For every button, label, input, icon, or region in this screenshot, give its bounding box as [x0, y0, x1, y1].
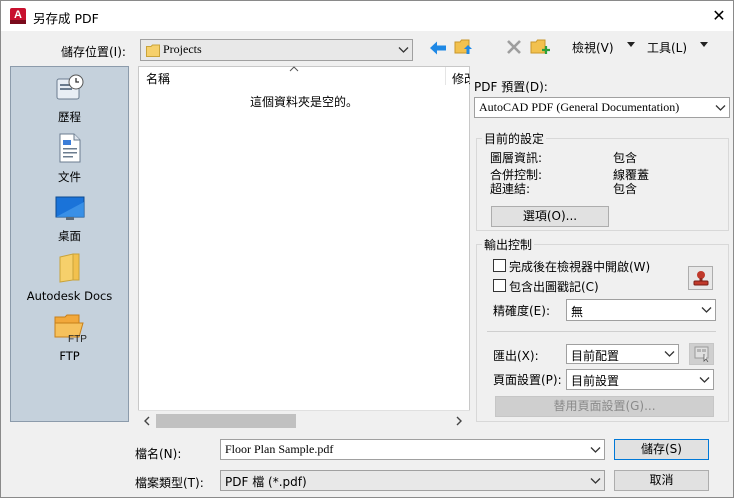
- save-in-label: 儲存位置(I):: [61, 45, 126, 59]
- place-ftp[interactable]: FTP FTP: [11, 313, 128, 363]
- pdf-preset-label: PDF 預置(D):: [474, 80, 548, 94]
- chevron-down-icon: [715, 104, 726, 111]
- page-setup-label: 頁面設置(P):: [493, 373, 562, 387]
- setting-name: 圖層資訊:: [490, 151, 543, 165]
- open-in-viewer-checkbox[interactable]: [493, 259, 506, 272]
- place-label: 文件: [58, 170, 81, 184]
- column-header-name[interactable]: 名稱: [146, 70, 170, 87]
- chevron-down-icon: [664, 351, 675, 357]
- place-label: FTP: [59, 349, 80, 363]
- save-in-dropdown[interactable]: Projects: [140, 39, 413, 61]
- page-setup-value: 目前設置: [571, 374, 620, 388]
- place-history[interactable]: 歷程: [11, 73, 128, 125]
- autocad-logo-icon: A: [10, 8, 26, 24]
- place-autodesk-docs[interactable]: Autodesk Docs: [11, 253, 128, 303]
- setting-value: 包含: [613, 151, 638, 165]
- pdf-preset-dropdown[interactable]: AutoCAD PDF (General Documentation): [474, 97, 730, 118]
- title-bar: A 另存成 PDF ✕: [1, 1, 733, 31]
- place-label: Autodesk Docs: [26, 289, 113, 303]
- document-icon: [59, 133, 80, 163]
- ftp-folder-icon: FTP: [54, 314, 87, 345]
- setting-value: 包含: [613, 182, 638, 196]
- scroll-left-icon[interactable]: [143, 416, 150, 426]
- folder-icon: [59, 253, 79, 283]
- file-list[interactable]: 名稱 修改 這個資料夾是空的。: [138, 66, 470, 430]
- setting-name: 超連結:: [490, 182, 531, 196]
- page-setup-dropdown[interactable]: 目前設置: [566, 369, 714, 390]
- back-arrow-icon[interactable]: [429, 40, 447, 56]
- tools-label: 工具(L): [647, 41, 688, 55]
- override-page-setup-button[interactable]: 替用頁面設置(G)...: [495, 396, 714, 417]
- include-plot-stamp-label: 包含出圖戳記(C): [509, 280, 599, 294]
- close-icon[interactable]: ✕: [709, 6, 729, 26]
- output-controls-title: 輸出控制: [482, 236, 535, 253]
- cancel-button[interactable]: 取消: [614, 470, 709, 491]
- place-label: 歷程: [58, 110, 81, 124]
- up-folder-icon[interactable]: [454, 38, 474, 56]
- save-as-pdf-dialog: A 另存成 PDF ✕ 儲存位置(I): Projects 檢視(V) 工具(L…: [0, 0, 734, 498]
- file-type-dropdown[interactable]: PDF 檔 (*.pdf): [220, 470, 605, 491]
- tools-dropdown-icon[interactable]: [700, 42, 708, 48]
- layouts-select-icon: [694, 346, 708, 363]
- file-type-label: 檔案類型(T):: [135, 476, 204, 490]
- history-icon: [56, 74, 83, 100]
- include-plot-stamp-checkbox[interactable]: [493, 279, 506, 292]
- divider: [487, 331, 716, 332]
- delete-icon[interactable]: [506, 39, 522, 55]
- places-bar: 歷程 文件 桌面 Autodesk Docs FTP FTP: [10, 66, 129, 422]
- export-label: 匯出(X):: [493, 349, 539, 363]
- file-name-value: Floor Plan Sample.pdf: [225, 442, 334, 456]
- views-dropdown-icon[interactable]: [627, 42, 635, 48]
- chevron-down-icon: [398, 47, 409, 53]
- file-name-input[interactable]: Floor Plan Sample.pdf: [220, 439, 605, 460]
- tools-menu[interactable]: 工具(L): [647, 39, 687, 56]
- file-type-value: PDF 檔 (*.pdf): [225, 475, 307, 489]
- horizontal-scrollbar[interactable]: [138, 410, 470, 430]
- precision-value: 無: [571, 305, 584, 319]
- file-name-label: 檔名(N):: [135, 447, 182, 461]
- window-title: 另存成 PDF: [33, 11, 99, 26]
- empty-folder-message: 這個資料夾是空的。: [249, 95, 358, 109]
- new-folder-icon[interactable]: [530, 38, 550, 56]
- views-menu[interactable]: 檢視(V): [572, 39, 614, 56]
- scroll-right-icon[interactable]: [456, 416, 463, 426]
- pdf-preset-value: AutoCAD PDF (General Documentation): [479, 100, 680, 114]
- save-button[interactable]: 儲存(S): [614, 439, 709, 460]
- place-documents[interactable]: 文件: [11, 133, 128, 185]
- views-label: 檢視(V): [572, 41, 614, 55]
- save-in-value: Projects: [163, 42, 202, 56]
- open-in-viewer-label: 完成後在檢視器中開啟(W): [509, 260, 651, 274]
- current-settings-title: 目前的設定: [482, 130, 547, 147]
- chevron-down-icon: [590, 446, 601, 453]
- place-desktop[interactable]: 桌面: [11, 194, 128, 244]
- column-header-modified[interactable]: 修改: [452, 70, 470, 87]
- plot-stamp-settings-button[interactable]: [688, 266, 713, 290]
- column-divider: [445, 67, 446, 85]
- export-dropdown[interactable]: 目前配置: [566, 344, 679, 364]
- svg-text:FTP: FTP: [68, 334, 87, 343]
- stamp-icon: [693, 271, 708, 286]
- export-value: 目前配置: [571, 349, 620, 363]
- sort-ascending-icon: [289, 66, 299, 72]
- place-label: 桌面: [58, 229, 81, 243]
- desktop-icon: [55, 196, 84, 220]
- precision-dropdown[interactable]: 無: [566, 299, 716, 321]
- scrollbar-thumb[interactable]: [156, 414, 296, 428]
- select-layouts-button[interactable]: [689, 343, 714, 365]
- precision-label: 精確度(E):: [493, 304, 550, 318]
- folder-icon: [146, 44, 160, 57]
- chevron-down-icon: [701, 307, 712, 313]
- chevron-down-icon: [699, 376, 710, 383]
- chevron-down-icon: [590, 477, 601, 484]
- options-button[interactable]: 選項(O)...: [491, 206, 609, 227]
